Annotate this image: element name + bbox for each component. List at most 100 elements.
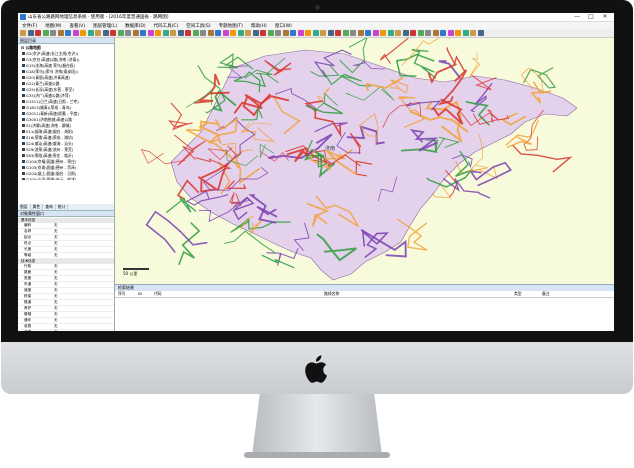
toolbar-tool-icon[interactable] bbox=[237, 30, 244, 36]
toolbar-tool-icon[interactable] bbox=[155, 30, 161, 36]
col-id[interactable]: ID bbox=[135, 291, 151, 297]
tree-item-label: S29(滨莱)高速(滨州 - 莱芜) bbox=[26, 147, 74, 152]
menu-view[interactable]: 查看(V) bbox=[66, 23, 90, 29]
toolbar-tool-icon[interactable] bbox=[335, 30, 341, 36]
toolbar-tool-icon[interactable] bbox=[425, 30, 431, 36]
toolbar-tool-icon[interactable] bbox=[252, 30, 259, 36]
toolbar-tool-icon[interactable] bbox=[230, 30, 236, 36]
toolbar-tool-icon[interactable] bbox=[27, 30, 34, 36]
toolbar-tool-icon[interactable] bbox=[117, 30, 124, 36]
menu-window[interactable]: 窗口(W) bbox=[271, 23, 296, 29]
tree-item-label: G3(京台)高速公路(济南 (济泰)) bbox=[26, 57, 80, 62]
layer-icon bbox=[22, 166, 25, 169]
col-index[interactable]: 序号 bbox=[115, 291, 135, 297]
layer-icon bbox=[22, 100, 25, 103]
toolbar-tool-icon[interactable] bbox=[215, 30, 221, 36]
toolbar-tool-icon[interactable] bbox=[342, 30, 349, 36]
toolbar-tool-icon[interactable] bbox=[185, 30, 191, 36]
tab-query[interactable]: 查询 bbox=[43, 204, 56, 210]
toolbar-tool-icon[interactable] bbox=[72, 30, 79, 36]
toolbar-tool-icon[interactable] bbox=[447, 30, 454, 36]
toolbar-tool-icon[interactable] bbox=[350, 30, 356, 36]
toolbar-tool-icon[interactable] bbox=[470, 30, 476, 36]
minimize-button[interactable]: — bbox=[570, 13, 584, 21]
close-button[interactable]: ✕ bbox=[598, 13, 612, 21]
col-code[interactable]: 代码 bbox=[151, 291, 321, 297]
tab-attributes[interactable]: 属性 bbox=[31, 204, 44, 210]
toolbar-tool-icon[interactable] bbox=[282, 30, 289, 36]
menu-code-tools[interactable]: 代码工具(C) bbox=[150, 23, 183, 29]
toolbar-tool-icon[interactable] bbox=[110, 30, 116, 36]
property-value: 无 bbox=[54, 306, 58, 310]
toolbar-tool-icon[interactable] bbox=[440, 30, 446, 36]
toolbar-tool-icon[interactable] bbox=[357, 30, 364, 36]
tab-statistics[interactable]: 统计 bbox=[56, 204, 69, 210]
menu-layer[interactable]: 图层管理(L) bbox=[89, 23, 121, 29]
toolbar-tool-icon[interactable] bbox=[260, 30, 266, 36]
menu-database[interactable]: 数据库(D) bbox=[121, 23, 149, 29]
toolbar-tool-icon[interactable] bbox=[297, 30, 304, 36]
toolbar-tool-icon[interactable] bbox=[140, 30, 146, 36]
toolbar-tool-icon[interactable] bbox=[290, 30, 296, 36]
toolbar-tool-icon[interactable] bbox=[387, 30, 394, 36]
toolbar-tool-icon[interactable] bbox=[432, 30, 439, 36]
toolbar-tool-icon[interactable] bbox=[20, 30, 26, 36]
toolbar-tool-icon[interactable] bbox=[80, 30, 86, 36]
col-type[interactable]: 类型 bbox=[511, 291, 539, 297]
toolbar-tool-icon[interactable] bbox=[42, 30, 49, 36]
toolbar-tool-icon[interactable] bbox=[147, 30, 154, 36]
toolbar-tool-icon[interactable] bbox=[132, 30, 139, 36]
toolbar-tool-icon[interactable] bbox=[222, 30, 229, 36]
toolbar-tool-icon[interactable] bbox=[275, 30, 281, 36]
layer-icon bbox=[22, 172, 25, 175]
toolbar-tool-icon[interactable] bbox=[207, 30, 214, 36]
map-view[interactable]: 济南 50 公里 bbox=[115, 38, 614, 284]
toolbar-tool-icon[interactable] bbox=[162, 30, 169, 36]
toolbar-tool-icon[interactable] bbox=[102, 30, 109, 36]
menu-help[interactable]: 帮助(H) bbox=[247, 23, 271, 29]
menu-file[interactable]: 文件(F) bbox=[18, 23, 41, 29]
menu-thematic-map[interactable]: 专题地图(T) bbox=[215, 23, 247, 29]
toolbar-tool-icon[interactable] bbox=[462, 30, 469, 36]
maximize-button[interactable]: □ bbox=[584, 13, 598, 21]
toolbar-tool-icon[interactable] bbox=[455, 30, 461, 36]
toolbar-tool-icon[interactable] bbox=[395, 30, 401, 36]
toolbar-tool-icon[interactable] bbox=[320, 30, 326, 36]
toolbar-tool-icon[interactable] bbox=[327, 30, 334, 36]
toolbar-tool-icon[interactable] bbox=[380, 30, 386, 36]
layer-icon bbox=[22, 160, 25, 163]
toolbar-tool-icon[interactable] bbox=[477, 30, 484, 36]
city-label: 济南 bbox=[325, 145, 335, 152]
toolbar-tool-icon[interactable] bbox=[95, 30, 101, 36]
toolbar-tool-icon[interactable] bbox=[192, 30, 199, 36]
toolbar-tool-icon[interactable] bbox=[372, 30, 379, 36]
col-remark[interactable]: 备注 bbox=[539, 291, 579, 297]
toolbar-tool-icon[interactable] bbox=[305, 30, 311, 36]
toolbar-tool-icon[interactable] bbox=[312, 30, 319, 36]
menu-map[interactable]: 地图(M) bbox=[41, 23, 65, 29]
toolbar-tool-icon[interactable] bbox=[170, 30, 176, 36]
toolbar-tool-icon[interactable] bbox=[65, 30, 71, 36]
menu-spatial-tools[interactable]: 空间工具(S) bbox=[182, 23, 214, 29]
toolbar-tool-icon[interactable] bbox=[417, 30, 424, 36]
tree-item-label: G22(青兰)高速公路 bbox=[26, 81, 60, 86]
toolbar-tool-icon[interactable] bbox=[87, 30, 94, 36]
tab-layers[interactable]: 图层 bbox=[18, 204, 31, 210]
toolbar-tool-icon[interactable] bbox=[200, 30, 206, 36]
layer-icon bbox=[22, 106, 25, 109]
toolbar-tool-icon[interactable] bbox=[267, 30, 274, 36]
tree-item-label: G25(长深)高速(东营 - 莱芜) bbox=[26, 87, 74, 92]
toolbar-tool-icon[interactable] bbox=[365, 30, 371, 36]
toolbar-tool-icon[interactable] bbox=[245, 30, 251, 36]
toolbar-tool-icon[interactable] bbox=[35, 30, 41, 36]
map-canvas[interactable]: 济南 bbox=[115, 38, 614, 284]
toolbar-tool-icon[interactable] bbox=[50, 30, 56, 36]
toolbar-tool-icon[interactable] bbox=[402, 30, 409, 36]
toolbar-tool-icon[interactable] bbox=[177, 30, 184, 36]
toolbar-tool-icon[interactable] bbox=[125, 30, 131, 36]
col-route-name[interactable]: 路线名称 bbox=[321, 291, 511, 297]
tree-item-layer[interactable]: G205(山深)国道(庆云 - 临沭) bbox=[18, 177, 114, 180]
toolbar-tool-icon[interactable] bbox=[410, 30, 416, 36]
property-row[interactable]: 改建无 bbox=[18, 330, 114, 331]
toolbar-tool-icon[interactable] bbox=[57, 30, 64, 36]
